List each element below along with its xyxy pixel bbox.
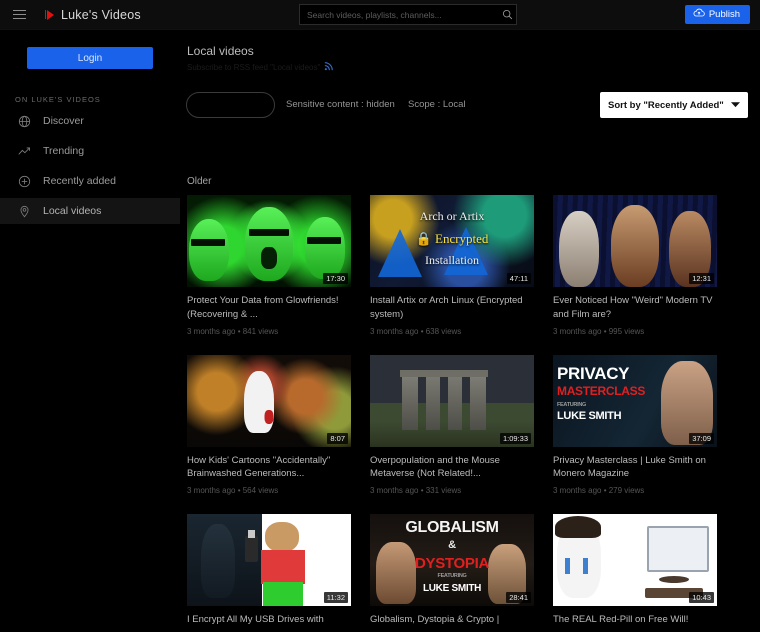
sidebar-item-label: Trending <box>43 145 85 157</box>
video-duration: 17:30 <box>323 273 348 284</box>
video-title[interactable]: Privacy Masterclass | Luke Smith on Mone… <box>553 454 717 482</box>
video-title[interactable]: Overpopulation and the Mouse Metaverse (… <box>370 454 534 482</box>
video-title[interactable]: Install Artix or Arch Linux (Encrypted s… <box>370 294 534 322</box>
main-content: Local videos Subscribe to RSS feed "Loca… <box>180 30 760 625</box>
video-meta: 3 months ago • 564 views <box>187 486 279 496</box>
video-duration: 1:09:33 <box>499 432 531 444</box>
chevron-down-icon <box>731 100 740 111</box>
search-icon[interactable] <box>498 9 516 20</box>
plus-circle-icon <box>18 175 31 188</box>
brand-home-link[interactable]: Luke's Videos <box>42 8 141 22</box>
video-card[interactable]: 1:09:33 Overpopulation and the Mouse Met… <box>370 354 534 496</box>
video-card[interactable]: PRIVACY MASTERCLASS FEATURING LUKE SMITH… <box>553 354 717 496</box>
rss-icon[interactable] <box>324 61 334 73</box>
video-meta: 3 months ago • 995 views <box>553 326 645 336</box>
rss-subscribe-link[interactable]: Subscribe to RSS feed "Local videos" <box>187 61 760 73</box>
video-title[interactable]: How Kids' Cartoons "Accidentally" Brainw… <box>187 454 351 482</box>
sensitive-content-filter[interactable]: Sensitive content : hidden <box>286 99 395 110</box>
sidebar-item-trending[interactable]: Trending <box>0 138 180 164</box>
rss-label: Subscribe to RSS feed "Local videos" <box>187 62 321 72</box>
sidebar-item-recently-added[interactable]: Recently added <box>0 168 180 194</box>
video-duration: 11:32 <box>323 592 348 604</box>
login-button[interactable]: Login <box>27 47 153 69</box>
search-bar[interactable] <box>299 4 517 25</box>
video-thumbnail[interactable]: 12:31 <box>553 195 717 287</box>
sidebar-item-discover[interactable]: Discover <box>0 108 180 134</box>
hamburger-menu-icon[interactable] <box>4 0 34 30</box>
filters-button[interactable] <box>186 92 275 118</box>
video-title[interactable]: The REAL Red-Pill on Free Will! <box>553 613 717 627</box>
sidebar-item-label: Recently added <box>43 175 116 187</box>
video-thumbnail[interactable]: 10:43 <box>553 514 717 607</box>
globe-icon <box>18 115 31 128</box>
video-meta: 3 months ago • 279 views <box>553 486 645 496</box>
video-thumbnail[interactable]: 8:07 <box>187 354 351 447</box>
location-pin-icon <box>18 205 31 218</box>
video-card[interactable]: GLOBALISM & DYSTOPIA FEATURING LUKE SMIT… <box>370 514 534 632</box>
video-card[interactable]: 10:43 The REAL Red-Pill on Free Will! <box>553 514 717 632</box>
video-duration: 47:11 <box>506 273 531 284</box>
video-card[interactable]: 12:31 Ever Noticed How "Weird" Modern TV… <box>553 195 717 336</box>
page-title: Local videos <box>187 44 254 58</box>
sidebar: Login ON LUKE'S VIDEOS Discover Trending… <box>0 30 180 600</box>
sidebar-item-label: Discover <box>43 115 84 127</box>
video-title[interactable]: I Encrypt All My USB Drives with <box>187 613 351 627</box>
sidebar-item-local-videos[interactable]: Local videos <box>0 198 180 224</box>
play-logo-icon <box>42 8 56 22</box>
video-card[interactable]: Arch or Artix 🔒 Encrypted Installation 4… <box>370 195 534 336</box>
video-meta: 3 months ago • 841 views <box>187 326 279 336</box>
video-thumbnail[interactable]: 17:30 <box>187 195 351 287</box>
video-duration: 10:43 <box>689 592 714 604</box>
video-thumbnail[interactable]: Arch or Artix 🔒 Encrypted Installation 4… <box>370 195 534 287</box>
brand-name: Luke's Videos <box>61 7 141 22</box>
video-meta: 3 months ago • 331 views <box>370 486 462 496</box>
sort-label: Sort by "Recently Added" <box>608 99 724 111</box>
video-meta: 3 months ago • 638 views <box>370 326 462 336</box>
video-duration: 28:41 <box>506 592 531 604</box>
video-title[interactable]: Ever Noticed How "Weird" Modern TV and F… <box>553 294 717 322</box>
filter-toolbar: Sensitive content : hidden Scope : Local… <box>180 90 760 124</box>
sort-dropdown[interactable]: Sort by "Recently Added" <box>600 92 748 118</box>
scope-filter[interactable]: Scope : Local <box>408 99 466 110</box>
top-navigation-bar: Luke's Videos Publish <box>0 0 760 30</box>
video-card[interactable]: 8:07 How Kids' Cartoons "Accidentally" B… <box>187 354 351 496</box>
video-duration: 8:07 <box>327 432 348 444</box>
video-thumbnail[interactable]: PRIVACY MASTERCLASS FEATURING LUKE SMITH… <box>553 354 717 447</box>
upload-cloud-icon <box>693 8 705 21</box>
video-thumbnail[interactable]: 11:32 <box>187 514 351 607</box>
trending-up-icon <box>18 145 31 158</box>
search-input[interactable] <box>300 5 498 24</box>
video-title[interactable]: Protect Your Data from Glowfriends! (Rec… <box>187 294 351 322</box>
video-card[interactable]: 17:30 Protect Your Data from Glowfriends… <box>187 195 351 336</box>
video-group-title: Older <box>187 176 212 187</box>
sidebar-item-label: Local videos <box>43 205 102 217</box>
video-thumbnail[interactable]: 1:09:33 <box>370 354 534 447</box>
video-duration: 37:09 <box>689 432 714 444</box>
video-grid: 17:30 Protect Your Data from Glowfriends… <box>180 195 760 632</box>
thumbnail-art <box>187 354 351 447</box>
video-thumbnail[interactable]: GLOBALISM & DYSTOPIA FEATURING LUKE SMIT… <box>370 514 534 607</box>
publish-button[interactable]: Publish <box>684 5 750 24</box>
sidebar-section-title: ON LUKE'S VIDEOS <box>15 95 101 104</box>
video-duration: 12:31 <box>689 273 714 284</box>
video-title[interactable]: Globalism, Dystopia & Crypto | <box>370 613 534 627</box>
video-card[interactable]: 11:32 I Encrypt All My USB Drives with <box>187 514 351 632</box>
publish-label: Publish <box>708 9 740 20</box>
